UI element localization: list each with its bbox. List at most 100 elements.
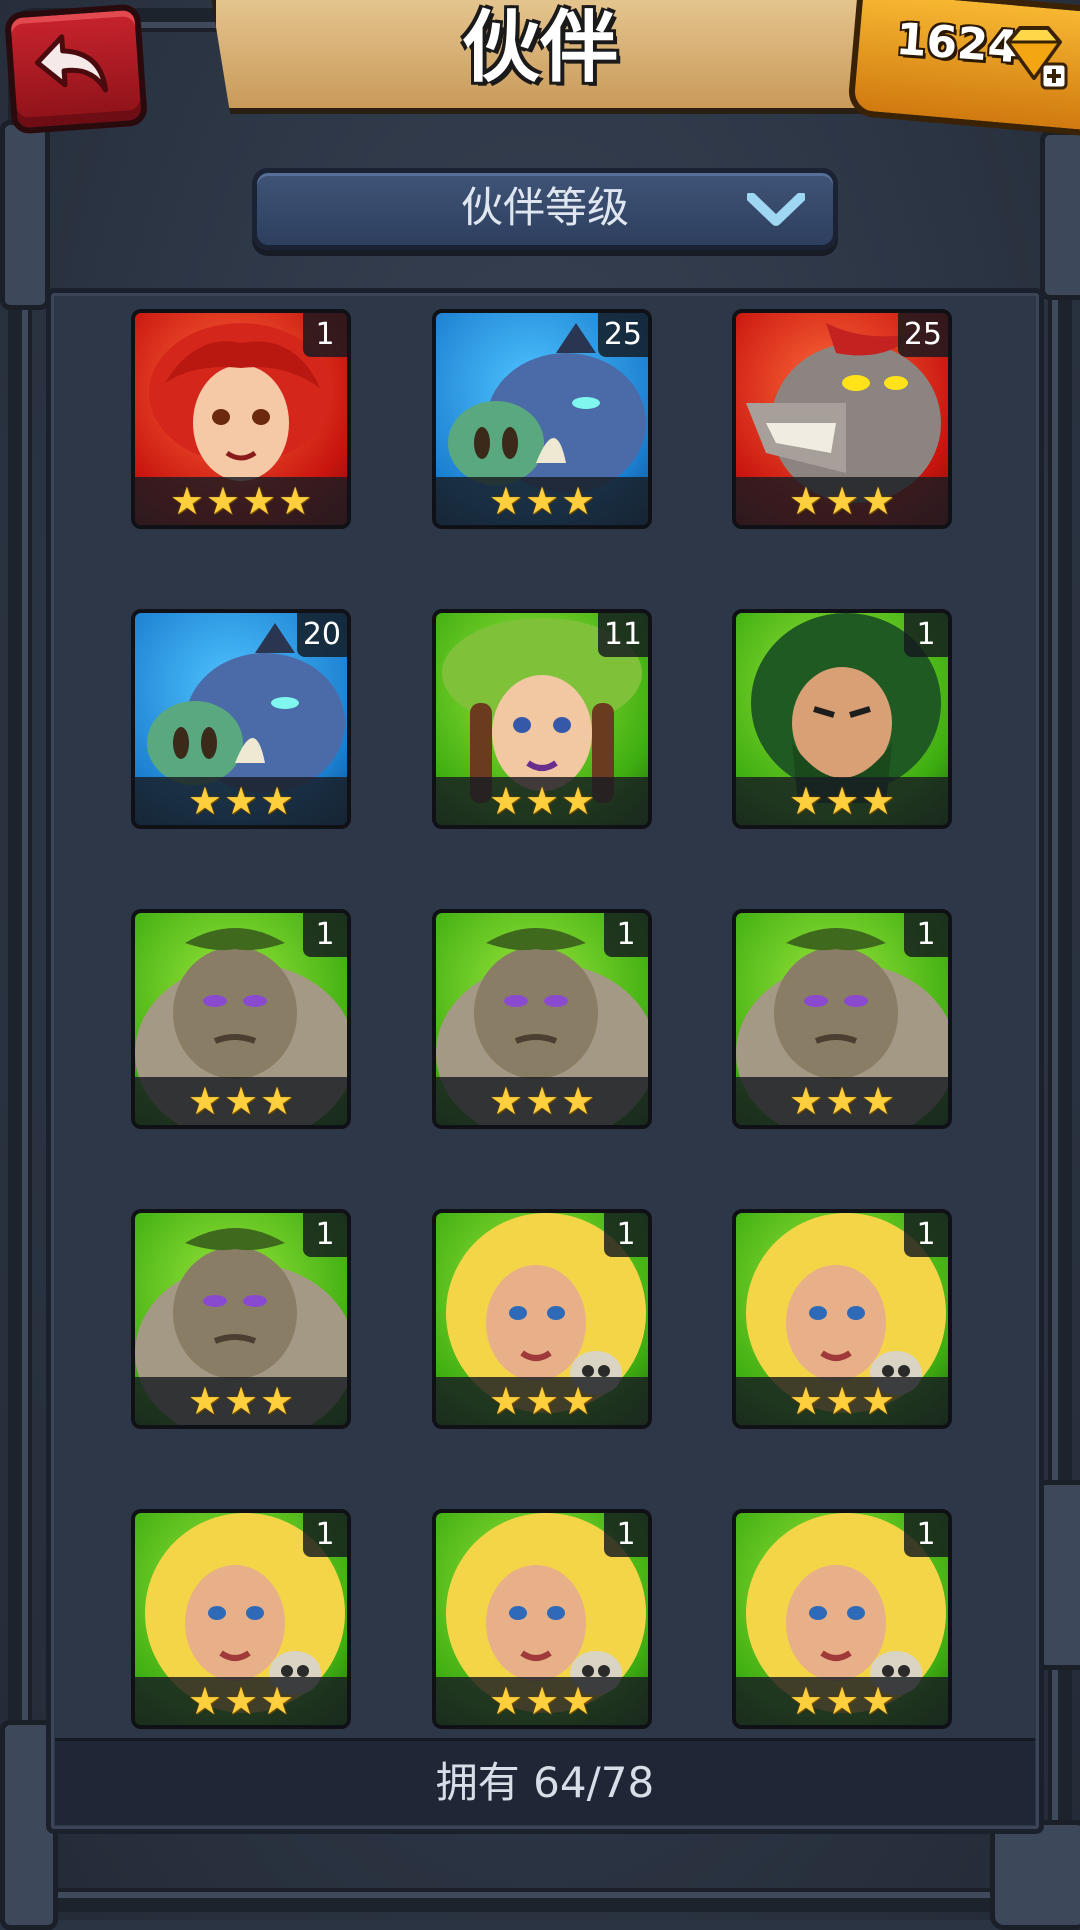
- companion-level: 11: [597, 613, 648, 657]
- companion-card[interactable]: 1 ★ ★ ★: [732, 909, 952, 1129]
- page-title: 伙伴: [461, 3, 618, 93]
- star-rating: ★ ★ ★: [736, 1377, 948, 1425]
- star-icon: ★: [788, 779, 823, 823]
- companion-card[interactable]: 1 ★ ★ ★: [732, 1209, 952, 1429]
- star-rating: ★ ★ ★: [436, 777, 648, 825]
- star-icon: ★: [861, 1079, 896, 1123]
- chevron-down-icon: [747, 193, 805, 226]
- star-icon: ★: [223, 779, 259, 823]
- star-icon: ★: [524, 479, 560, 523]
- star-icon: ★: [488, 1379, 523, 1423]
- star-rating: ★ ★ ★: [736, 477, 948, 525]
- star-icon: ★: [861, 1679, 896, 1723]
- star-icon: ★: [561, 1079, 596, 1123]
- companion-list-panel: 1 ★ ★ ★ ★ 25 ★ ★ ★ 25 ★ ★ ★ 20 ★ ★ ★ 11 ★ ★ ★ 1 ★ ★ ★ 1 ★ ★ ★: [46, 288, 1044, 1834]
- star-icon: ★: [169, 479, 204, 523]
- companion-level: 1: [604, 1513, 648, 1557]
- star-icon: ★: [524, 1679, 560, 1723]
- star-icon: ★: [561, 1379, 596, 1423]
- star-icon: ★: [788, 1379, 823, 1423]
- companion-level: 1: [904, 1213, 948, 1257]
- star-icon: ★: [187, 1079, 222, 1123]
- companion-card[interactable]: 1 ★ ★ ★ ★: [131, 309, 351, 529]
- companion-card[interactable]: 1 ★ ★ ★: [131, 909, 351, 1129]
- frame-rock: [990, 1820, 1080, 1930]
- star-rating: ★ ★ ★: [736, 1077, 948, 1125]
- frame-rock: [0, 120, 50, 310]
- companion-card[interactable]: 1 ★ ★ ★: [432, 1209, 652, 1429]
- star-icon: ★: [788, 1679, 823, 1723]
- star-rating: ★ ★ ★: [736, 777, 948, 825]
- companion-level: 1: [303, 313, 347, 357]
- star-icon: ★: [205, 479, 240, 523]
- star-rating: ★ ★ ★: [736, 1677, 948, 1725]
- star-icon: ★: [260, 1679, 295, 1723]
- star-icon: ★: [488, 779, 523, 823]
- companion-card[interactable]: 1 ★ ★ ★: [432, 1509, 652, 1729]
- star-icon: ★: [278, 479, 313, 523]
- frame-rock: [1040, 130, 1080, 300]
- companion-level: 1: [303, 1513, 347, 1557]
- owned-count-text: 拥有 64/78: [435, 1758, 655, 1807]
- companion-level: 1: [904, 613, 948, 657]
- star-icon: ★: [788, 479, 823, 523]
- star-icon: ★: [824, 479, 860, 523]
- star-icon: ★: [187, 779, 222, 823]
- star-icon: ★: [242, 479, 277, 523]
- star-rating: ★ ★ ★: [135, 1377, 347, 1425]
- companion-card[interactable]: 1 ★ ★ ★: [732, 1509, 952, 1729]
- star-rating: ★ ★ ★: [135, 777, 347, 825]
- companion-level: 1: [303, 913, 347, 957]
- companion-level: 25: [597, 313, 648, 357]
- companion-card[interactable]: 1 ★ ★ ★: [131, 1509, 351, 1729]
- star-icon: ★: [788, 1079, 823, 1123]
- star-icon: ★: [187, 1679, 222, 1723]
- star-icon: ★: [223, 1379, 259, 1423]
- star-icon: ★: [524, 1079, 560, 1123]
- star-rating: ★ ★ ★ ★: [135, 477, 347, 525]
- star-icon: ★: [824, 1679, 860, 1723]
- star-icon: ★: [524, 1379, 560, 1423]
- companion-sort-dropdown[interactable]: 伙伴等级: [252, 168, 838, 250]
- star-icon: ★: [260, 1079, 295, 1123]
- companion-level: 20: [296, 613, 347, 657]
- star-rating: ★ ★ ★: [436, 1677, 648, 1725]
- companion-card[interactable]: 20 ★ ★ ★: [131, 609, 351, 829]
- star-icon: ★: [488, 1679, 523, 1723]
- star-icon: ★: [260, 1379, 295, 1423]
- companion-level: 1: [904, 1513, 948, 1557]
- star-rating: ★ ★ ★: [436, 477, 648, 525]
- companion-card[interactable]: 1 ★ ★ ★: [732, 609, 952, 829]
- companion-level: 25: [897, 313, 948, 357]
- companion-card[interactable]: 1 ★ ★ ★: [432, 909, 652, 1129]
- star-icon: ★: [861, 1379, 896, 1423]
- star-rating: ★ ★ ★: [135, 1077, 347, 1125]
- companion-level: 1: [904, 913, 948, 957]
- star-icon: ★: [488, 1079, 523, 1123]
- companion-card[interactable]: 11 ★ ★ ★: [432, 609, 652, 829]
- star-icon: ★: [824, 1379, 860, 1423]
- companion-card[interactable]: 25 ★ ★ ★: [432, 309, 652, 529]
- star-icon: ★: [223, 1679, 259, 1723]
- back-button[interactable]: [3, 3, 149, 135]
- star-icon: ★: [824, 1079, 860, 1123]
- star-icon: ★: [524, 779, 560, 823]
- star-icon: ★: [561, 779, 596, 823]
- star-icon: ★: [223, 1079, 259, 1123]
- companion-level: 1: [604, 1213, 648, 1257]
- gem-plus-icon[interactable]: [1000, 24, 1070, 90]
- star-icon: ★: [488, 479, 523, 523]
- star-rating: ★ ★ ★: [135, 1677, 347, 1725]
- star-rating: ★ ★ ★: [436, 1077, 648, 1125]
- star-icon: ★: [561, 1679, 596, 1723]
- star-icon: ★: [861, 779, 896, 823]
- companion-card[interactable]: 25 ★ ★ ★: [732, 309, 952, 529]
- star-rating: ★ ★ ★: [436, 1377, 648, 1425]
- back-arrow-icon: [34, 34, 109, 93]
- star-icon: ★: [561, 479, 596, 523]
- star-icon: ★: [260, 779, 295, 823]
- companion-card[interactable]: 1 ★ ★ ★: [131, 1209, 351, 1429]
- companion-level: 1: [604, 913, 648, 957]
- star-icon: ★: [861, 479, 896, 523]
- companion-level: 1: [303, 1213, 347, 1257]
